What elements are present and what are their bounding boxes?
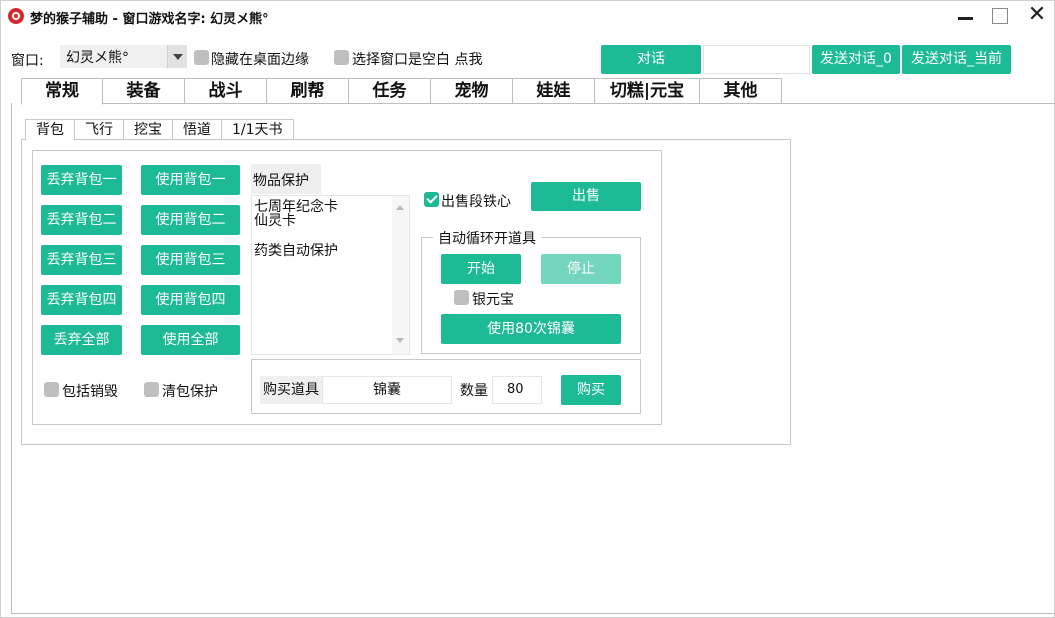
tab-quest[interactable]: 任务 [349, 78, 431, 104]
use-bag-1-button[interactable]: 使用背包一 [141, 165, 240, 195]
sub-tab-bar: 背包 飞行 挖宝 悟道 1/1天书 [25, 119, 294, 141]
tab-battle[interactable]: 战斗 [185, 78, 267, 104]
list-item[interactable]: 仙灵卡 [254, 214, 296, 228]
buy-button[interactable]: 购买 [561, 375, 621, 405]
chat-input[interactable] [703, 45, 810, 74]
list-scrollbar[interactable] [392, 196, 409, 354]
discard-bag-4-button[interactable]: 丢弃背包四 [41, 285, 122, 315]
window-label: 窗口: [11, 53, 44, 69]
clear-protect-label[interactable]: 清包保护 [162, 381, 218, 401]
maximize-button[interactable] [992, 8, 1008, 24]
sell-checkbox[interactable] [424, 192, 439, 211]
sell-checkbox-label[interactable]: 出售段铁心 [441, 191, 511, 211]
minimize-button[interactable] [958, 17, 973, 20]
tab-dig-treasure[interactable]: 挖宝 [124, 119, 173, 140]
tab-guild[interactable]: 刷帮 [267, 78, 349, 104]
buy-item-input[interactable]: 锦囊 [322, 376, 452, 404]
list-item[interactable]: 药类自动保护 [254, 244, 338, 258]
start-button[interactable]: 开始 [441, 254, 521, 284]
send-chat-0-button[interactable]: 发送对话_0 [812, 45, 900, 74]
tab-enlighten[interactable]: 悟道 [173, 119, 222, 140]
clear-protect-checkbox[interactable] [144, 382, 159, 401]
item-protect-list[interactable]: 七周年纪念卡 仙灵卡 药类自动保护 [251, 195, 410, 355]
use-bag-3-button[interactable]: 使用背包三 [141, 245, 240, 275]
quantity-input[interactable]: 80 [492, 376, 542, 404]
hide-edge-label[interactable]: 隐藏在桌面边缘 [211, 49, 309, 69]
tab-bag[interactable]: 背包 [25, 119, 75, 141]
list-item[interactable]: 七周年纪念卡 [254, 200, 338, 214]
main-tab-bar: 常规 装备 战斗 刷帮 任务 宠物 娃娃 切糕|元宝 其他 [21, 78, 782, 105]
silver-ingot-label[interactable]: 银元宝 [472, 289, 514, 309]
include-destroy-checkbox[interactable] [44, 382, 59, 401]
item-protect-title: 物品保护 [251, 164, 321, 194]
select-blank-checkbox[interactable] [334, 50, 349, 69]
send-chat-current-button[interactable]: 发送对话_当前 [902, 45, 1011, 74]
chevron-down-icon[interactable] [167, 45, 187, 68]
tab-equipment[interactable]: 装备 [103, 78, 185, 104]
window-select[interactable]: 幻灵メ熊° [60, 45, 187, 68]
use-bag-2-button[interactable]: 使用背包二 [141, 205, 240, 235]
include-destroy-label[interactable]: 包括销毁 [62, 381, 118, 401]
tab-heavenly-book[interactable]: 1/1天书 [222, 119, 294, 140]
window-title: 梦的猴子辅助 - 窗口游戏名字: 幻灵メ熊° [30, 12, 269, 27]
tab-doll[interactable]: 娃娃 [513, 78, 595, 104]
hide-edge-checkbox[interactable] [194, 50, 209, 69]
tab-cake-ingot[interactable]: 切糕|元宝 [595, 78, 700, 104]
use-80-pouch-button[interactable]: 使用80次锦囊 [441, 314, 621, 344]
chat-button[interactable]: 对话 [601, 45, 701, 74]
tab-pet[interactable]: 宠物 [431, 78, 513, 104]
select-blank-label[interactable]: 选择窗口是空白 点我 [352, 49, 482, 69]
tab-general[interactable]: 常规 [21, 78, 103, 105]
scroll-down-arrow-icon[interactable] [396, 338, 404, 343]
auto-cycle-title: 自动循环开道具 [433, 228, 541, 248]
tab-fly[interactable]: 飞行 [75, 119, 124, 140]
discard-bag-3-button[interactable]: 丢弃背包三 [41, 245, 122, 275]
tab-other[interactable]: 其他 [700, 78, 782, 104]
discard-all-button[interactable]: 丢弃全部 [41, 325, 122, 355]
scroll-up-arrow-icon[interactable] [396, 205, 404, 210]
quantity-label: 数量 [460, 383, 488, 399]
silver-ingot-checkbox[interactable] [454, 290, 469, 309]
use-all-button[interactable]: 使用全部 [141, 325, 240, 355]
sell-button[interactable]: 出售 [531, 182, 641, 211]
discard-bag-2-button[interactable]: 丢弃背包二 [41, 205, 122, 235]
app-logo-icon [8, 8, 24, 24]
buy-item-label: 购买道具 [260, 376, 322, 404]
discard-bag-1-button[interactable]: 丢弃背包一 [41, 165, 122, 195]
stop-button[interactable]: 停止 [541, 254, 621, 284]
window-select-value: 幻灵メ熊° [66, 50, 129, 66]
close-button[interactable]: ✕ [1026, 2, 1048, 28]
use-bag-4-button[interactable]: 使用背包四 [141, 285, 240, 315]
